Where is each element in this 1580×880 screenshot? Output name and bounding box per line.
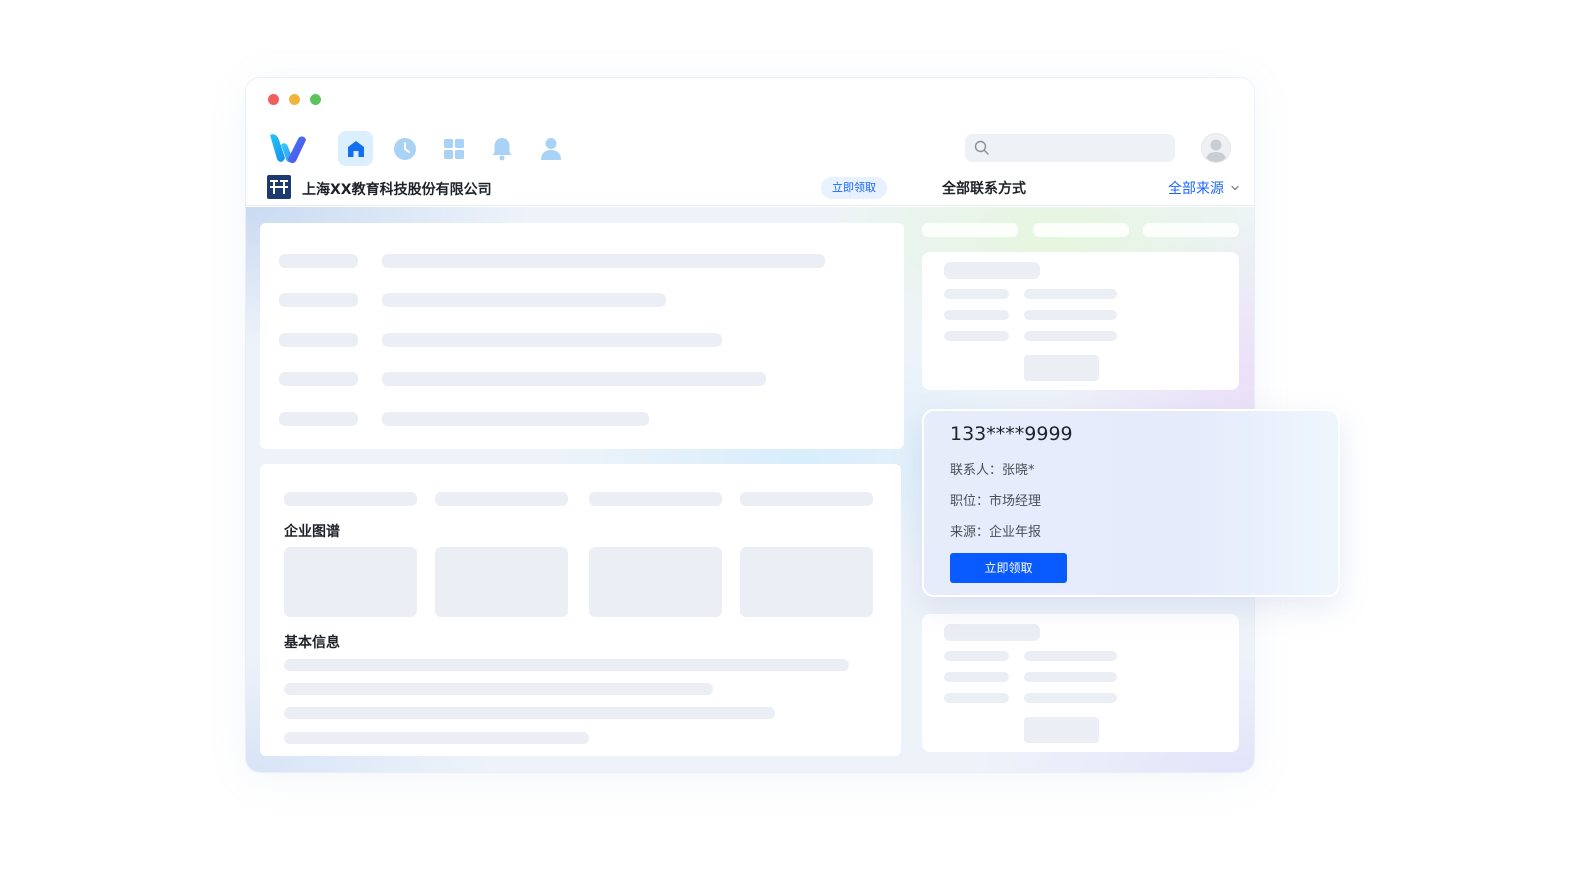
claim-now-pill-button[interactable]: 立即领取 xyxy=(821,177,887,199)
skeleton-line xyxy=(1024,289,1117,299)
chevron-down-icon xyxy=(1231,185,1239,191)
skeleton-button xyxy=(1024,717,1099,743)
claim-now-button[interactable]: 立即领取 xyxy=(950,553,1067,583)
skeleton-line xyxy=(284,659,849,671)
apps-grid-icon xyxy=(443,138,464,159)
skeleton-line xyxy=(279,293,358,307)
skeleton-line xyxy=(382,372,766,386)
skeleton-line xyxy=(279,412,358,426)
source-filter-label: 全部来源 xyxy=(1168,181,1224,197)
history-icon xyxy=(393,137,416,160)
skeleton-tab xyxy=(284,492,417,506)
skeleton-line xyxy=(382,293,666,307)
skeleton-button xyxy=(1024,355,1099,381)
basic-info-title: 基本信息 xyxy=(284,635,340,651)
skeleton-line xyxy=(1024,693,1117,703)
skeleton-line xyxy=(1024,310,1117,320)
skeleton-line xyxy=(944,672,1009,682)
maximize-window-button[interactable] xyxy=(310,94,321,105)
skeleton-line xyxy=(944,693,1009,703)
details-panel: 企业图谱 基本信息 xyxy=(260,464,901,756)
skeleton-line xyxy=(944,651,1009,661)
phone-number: 133****9999 xyxy=(950,423,1073,445)
nav-profile-button[interactable] xyxy=(533,131,568,166)
skeleton-tab xyxy=(435,492,568,506)
skeleton-line xyxy=(944,289,1009,299)
contact-card xyxy=(922,614,1239,752)
nav-home-button[interactable] xyxy=(338,131,373,166)
skeleton-line xyxy=(944,624,1040,641)
skeleton-card xyxy=(740,547,873,617)
skeleton-tab xyxy=(740,492,873,506)
contact-source: 来源：企业年报 xyxy=(950,525,1042,540)
contact-position: 职位：市场经理 xyxy=(950,494,1042,509)
skeleton-line xyxy=(279,254,358,268)
nav-apps-button[interactable] xyxy=(436,131,471,166)
overview-panel xyxy=(260,223,904,449)
bell-icon xyxy=(492,137,511,160)
minimize-window-button[interactable] xyxy=(289,94,300,105)
skeleton-line xyxy=(382,333,722,347)
avatar-icon xyxy=(1206,139,1226,162)
company-header: 上海XX教育科技股份有限公司 立即领取 全部联系方式 全部来源 xyxy=(246,172,1254,206)
skeleton-card xyxy=(435,547,568,617)
search-input[interactable] xyxy=(965,134,1175,162)
all-contacts-title: 全部联系方式 xyxy=(942,181,1026,197)
nav-notifications-button[interactable] xyxy=(484,131,519,166)
skeleton-line xyxy=(279,372,358,386)
search-icon xyxy=(974,140,989,155)
user-avatar[interactable] xyxy=(1201,133,1231,163)
source-filter-dropdown[interactable]: 全部来源 xyxy=(1168,178,1240,198)
skeleton-line xyxy=(284,732,589,744)
skeleton-line xyxy=(944,262,1040,279)
skeleton-tab xyxy=(922,223,1018,237)
company-logo-icon xyxy=(267,175,291,199)
skeleton-line xyxy=(279,333,358,347)
top-navbar xyxy=(246,128,1254,170)
company-name: 上海XX教育科技股份有限公司 xyxy=(302,182,492,198)
skeleton-line xyxy=(382,254,825,268)
skeleton-line xyxy=(944,331,1009,341)
user-icon xyxy=(540,137,561,160)
enterprise-graph-title: 企业图谱 xyxy=(284,524,340,540)
skeleton-card xyxy=(589,547,722,617)
app-logo-icon[interactable] xyxy=(268,131,308,165)
contact-person: 联系人：张晓* xyxy=(950,463,1035,478)
skeleton-line xyxy=(284,707,775,719)
window-controls xyxy=(268,94,321,105)
skeleton-line xyxy=(1024,672,1117,682)
skeleton-line xyxy=(1024,331,1117,341)
contact-card xyxy=(922,252,1239,390)
home-icon xyxy=(347,140,364,157)
skeleton-card xyxy=(284,547,417,617)
skeleton-tab xyxy=(589,492,722,506)
skeleton-line xyxy=(382,412,649,426)
skeleton-line xyxy=(1024,651,1117,661)
skeleton-tab xyxy=(1143,223,1239,237)
skeleton-line xyxy=(944,310,1009,320)
skeleton-line xyxy=(284,683,713,695)
skeleton-tab xyxy=(1033,223,1129,237)
contact-popup-card: 133****9999 联系人：张晓* 职位：市场经理 来源：企业年报 立即领取 xyxy=(922,409,1340,597)
close-window-button[interactable] xyxy=(268,94,279,105)
nav-history-button[interactable] xyxy=(387,131,422,166)
